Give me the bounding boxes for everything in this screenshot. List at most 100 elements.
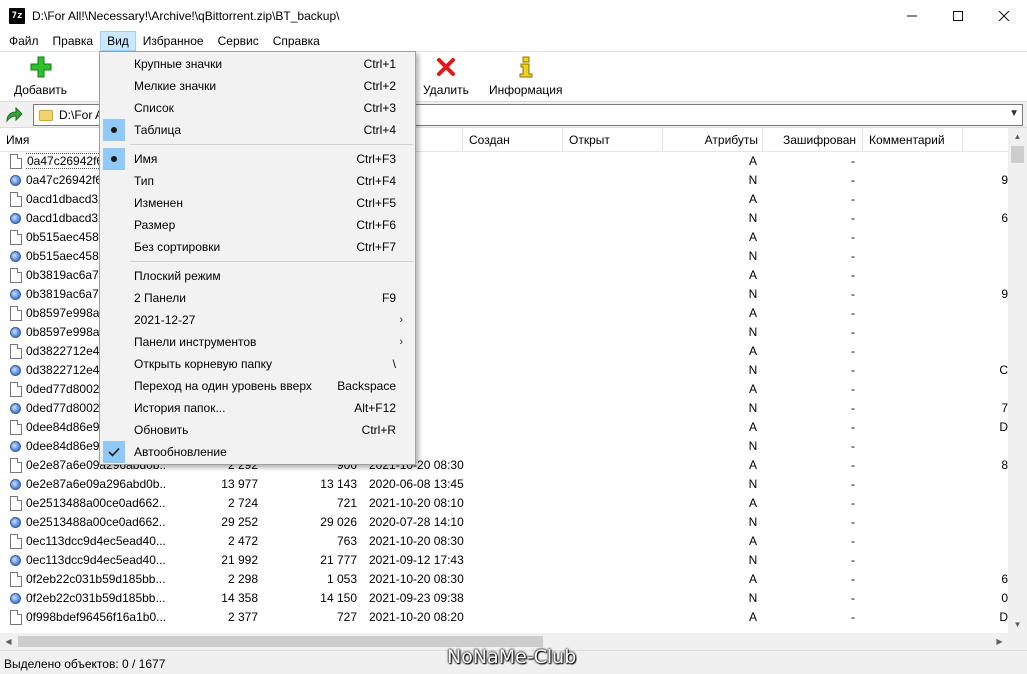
view-menu-item-label: Без сортировки: [134, 240, 221, 254]
table-row[interactable]: 0e2513488a00ce0ad662... 2 724 721 2021-10-2…: [0, 494, 1008, 513]
folder-icon: [39, 109, 53, 121]
minimize-icon: [907, 15, 917, 16]
minimize-button[interactable]: [889, 0, 935, 31]
info-button[interactable]: Информация: [489, 55, 562, 97]
menu-separator: [130, 261, 413, 262]
menu-edit[interactable]: Правка: [46, 31, 101, 51]
row-packed: 727: [336, 610, 357, 624]
close-button[interactable]: [981, 0, 1027, 31]
scroll-corner: [1008, 633, 1027, 650]
row-encrypted: -: [851, 458, 855, 472]
menu-file[interactable]: Файл: [2, 31, 46, 51]
view-menu-item[interactable]: Открыть корневую папку \: [102, 353, 413, 375]
row-attributes: A: [748, 534, 757, 548]
row-name: 0ec113dcc9d4ec5ead40...: [26, 534, 166, 548]
row-comment: C: [999, 363, 1008, 377]
view-menu-item-label: Тип: [134, 174, 155, 188]
view-menu-item[interactable]: Список Ctrl+3: [102, 97, 413, 119]
up-folder-button[interactable]: [4, 106, 24, 124]
row-encrypted: -: [851, 477, 855, 491]
view-menu-item-label: Имя: [134, 152, 158, 166]
view-menu-item-label: 2 Панели: [134, 291, 186, 305]
row-modified: 2021-09-23 09:38: [369, 591, 464, 605]
row-packed: 13 143: [320, 477, 357, 491]
row-attributes: N: [748, 553, 758, 567]
row-comment: [960, 494, 1008, 513]
menu-help[interactable]: Справка: [266, 31, 327, 51]
add-button[interactable]: Добавить: [14, 55, 67, 97]
row-name: 0f2eb22c031b59d185bb...: [26, 572, 166, 586]
menu-separator: [130, 144, 413, 145]
row-comment: [960, 342, 1008, 361]
column-comment[interactable]: Комментарий: [863, 128, 963, 152]
view-menu-item[interactable]: Крупные значки Ctrl+1: [102, 53, 413, 75]
row-attributes: N: [748, 477, 758, 491]
view-menu-item-shortcut: Ctrl+4: [363, 123, 396, 137]
scroll-left-arrow-icon[interactable]: ◀: [0, 633, 17, 650]
view-menu-item[interactable]: Автообновление: [102, 441, 413, 463]
vertical-scroll-thumb[interactable]: [1011, 146, 1024, 163]
row-modified: 2021-10-20 08:20: [369, 610, 464, 624]
table-row[interactable]: 0e2513488a00ce0ad662... 29 252 29 026 2020-…: [0, 513, 1008, 532]
view-menu-item[interactable]: Имя Ctrl+F3: [102, 148, 413, 170]
row-size: 2 298: [227, 572, 258, 586]
folder-up-arrow-icon: [6, 107, 23, 123]
delete-button[interactable]: Удалить: [423, 55, 469, 97]
table-row[interactable]: 0ec113dcc9d4ec5ead40... 21 992 21 777 2021-…: [0, 551, 1008, 570]
column-encrypted[interactable]: Зашифрован: [763, 128, 863, 152]
view-menu-item[interactable]: Тип Ctrl+F4: [102, 170, 413, 192]
view-menu-item-label: Таблица: [134, 123, 182, 137]
settings-file-icon: [10, 251, 21, 262]
view-menu-item[interactable]: Переход на один уровень вверх Backspace: [102, 375, 413, 397]
column-accessed[interactable]: Открыт: [563, 128, 663, 152]
chevron-down-icon[interactable]: ▼: [1009, 108, 1019, 119]
menu-tools[interactable]: Сервис: [211, 31, 266, 51]
view-menu-item[interactable]: Обновить Ctrl+R: [102, 419, 413, 441]
view-menu-item[interactable]: Таблица Ctrl+4: [102, 119, 413, 141]
view-menu-item[interactable]: История папок... Alt+F12: [102, 397, 413, 419]
file-icon: [10, 496, 22, 511]
column-extra[interactable]: [963, 128, 1008, 152]
column-created[interactable]: Создан: [463, 128, 563, 152]
add-button-label: Добавить: [14, 83, 68, 97]
selection-status: Выделено объектов: 0 / 1677: [4, 657, 166, 671]
view-menu-item[interactable]: Панели инструментов ›: [102, 331, 413, 353]
row-encrypted: -: [851, 306, 855, 320]
view-menu-item[interactable]: Без сортировки Ctrl+F7: [102, 236, 413, 258]
view-menu-item[interactable]: Плоский режим: [102, 265, 413, 287]
row-comment: 8: [1001, 458, 1008, 472]
scroll-down-arrow-icon[interactable]: ▼: [1008, 616, 1027, 633]
row-encrypted: -: [851, 287, 855, 301]
scroll-right-arrow-icon[interactable]: ▶: [991, 633, 1008, 650]
row-packed: 14 150: [320, 591, 357, 605]
view-menu-item[interactable]: 2021-12-27 ›: [102, 309, 413, 331]
table-row[interactable]: 0ec113dcc9d4ec5ead40... 2 472 763 2021-10-2…: [0, 532, 1008, 551]
row-comment: [960, 247, 1008, 266]
table-row[interactable]: 0f998bdef96456f16a1b0... 2 377 727 2021-10-…: [0, 608, 1008, 627]
view-menu-item-shortcut: Ctrl+R: [361, 423, 396, 437]
view-menu-item[interactable]: Мелкие значки Ctrl+2: [102, 75, 413, 97]
app-7zip-icon[interactable]: 7z: [9, 7, 25, 24]
row-name: 0e2513488a00ce0ad662...: [26, 496, 166, 510]
row-encrypted: -: [851, 610, 855, 624]
column-attributes[interactable]: Атрибуты: [663, 128, 763, 152]
row-comment: [960, 437, 1008, 456]
table-row[interactable]: 0f2eb22c031b59d185bb... 2 298 1 053 2021-10…: [0, 570, 1008, 589]
menu-favorites[interactable]: Избранное: [136, 31, 211, 51]
row-attributes: A: [748, 496, 757, 510]
row-size: 13 977: [221, 477, 258, 491]
vertical-scrollbar[interactable]: ▲ ▼: [1008, 128, 1027, 633]
row-size: 21 992: [221, 553, 258, 567]
table-row[interactable]: 0f2eb22c031b59d185bb... 14 358 14 150 2021-…: [0, 589, 1008, 608]
row-comment: [960, 228, 1008, 247]
view-menu-item[interactable]: Размер Ctrl+F6: [102, 214, 413, 236]
view-menu-item[interactable]: Изменен Ctrl+F5: [102, 192, 413, 214]
view-menu-item[interactable]: 2 Панели F9: [102, 287, 413, 309]
row-attributes: A: [748, 306, 757, 320]
table-row[interactable]: 0e2e87a6e09a296abd0b... 13 977 13 143 2020-…: [0, 475, 1008, 494]
view-menu-item-label: Переход на один уровень вверх: [134, 379, 312, 393]
row-comment: [960, 513, 1008, 532]
menu-view[interactable]: Вид: [100, 31, 136, 51]
maximize-button[interactable]: [935, 0, 981, 31]
scroll-up-arrow-icon[interactable]: ▲: [1008, 128, 1027, 145]
